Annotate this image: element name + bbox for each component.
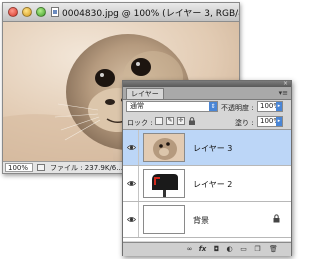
lock-image-icon[interactable]: ✎ xyxy=(166,117,174,125)
lock-position-icon[interactable]: ✛ xyxy=(177,117,185,125)
tab-layers[interactable]: レイヤー xyxy=(126,88,164,99)
layer-name[interactable]: 背景 xyxy=(193,215,209,226)
panel-tab-bar: レイヤー ▾≡ xyxy=(123,87,291,100)
eye-icon[interactable] xyxy=(127,215,136,224)
layer-thumbnail xyxy=(143,205,185,234)
fill-slider-icon[interactable]: ▸ xyxy=(276,117,282,126)
lock-all-icon[interactable] xyxy=(188,117,196,125)
eye-icon[interactable] xyxy=(127,179,136,188)
eye-icon[interactable] xyxy=(127,143,136,152)
status-menu-icon[interactable] xyxy=(37,164,45,171)
lock-label: ロック : xyxy=(127,119,153,127)
layer-name[interactable]: レイヤー 3 xyxy=(193,143,232,154)
blend-mode-select[interactable]: 通常 ⇕ xyxy=(126,101,218,112)
opacity-slider-icon[interactable]: ▸ xyxy=(276,102,282,111)
zoom-field[interactable]: 100% xyxy=(5,163,33,172)
opacity-field[interactable]: 100% ▸ xyxy=(257,101,283,112)
panel-close-icon[interactable]: × xyxy=(283,81,288,87)
new-group-icon[interactable]: ▭ xyxy=(239,245,248,254)
document-title: 0004830.jpg @ 100% (レイヤー 3, RGB/8... xyxy=(62,9,240,19)
lock-transparency-icon[interactable] xyxy=(155,117,163,125)
layer-thumbnail xyxy=(143,133,185,162)
layer-list: レイヤー 3 レイヤー 2 背景 xyxy=(123,130,291,241)
panel-footer: ∞ fx ◘ ◐ ▭ ❐ 🗑 xyxy=(123,242,291,256)
close-button[interactable] xyxy=(8,7,18,17)
layer-row-3[interactable]: レイヤー 3 xyxy=(123,130,291,166)
opacity-label: 不透明度 : xyxy=(221,104,254,112)
add-mask-icon[interactable]: ◘ xyxy=(212,245,221,254)
minimize-button[interactable] xyxy=(22,7,32,17)
blend-mode-value: 通常 xyxy=(130,102,144,110)
link-layers-icon[interactable]: ∞ xyxy=(185,245,194,254)
fx-icon[interactable]: fx xyxy=(198,245,207,254)
lock-row: ロック : ✎ ✛ 塗り : 100% ▸ xyxy=(123,115,291,130)
file-info[interactable]: ファイル : 237.9K/6... xyxy=(50,163,123,173)
chevron-down-icon: ⇕ xyxy=(209,102,217,111)
fill-label: 塗り : xyxy=(235,119,254,127)
trash-icon[interactable]: 🗑 xyxy=(269,245,278,254)
layer-thumbnail xyxy=(143,169,185,198)
panel-menu-icon[interactable]: ▾≡ xyxy=(279,89,288,97)
layer-row-background[interactable]: 背景 xyxy=(123,202,291,238)
layer-name[interactable]: レイヤー 2 xyxy=(193,179,232,190)
adjustment-layer-icon[interactable]: ◐ xyxy=(225,245,234,254)
layers-panel: × レイヤー ▾≡ 通常 ⇕ 不透明度 : 100% ▸ ロック : ✎ ✛ 塗… xyxy=(122,80,292,256)
fill-field[interactable]: 100% ▸ xyxy=(257,116,283,127)
document-icon xyxy=(51,7,59,17)
new-layer-icon[interactable]: ❐ xyxy=(253,245,262,254)
blend-row: 通常 ⇕ 不透明度 : 100% ▸ xyxy=(123,100,291,114)
document-title-bar[interactable]: 0004830.jpg @ 100% (レイヤー 3, RGB/8... xyxy=(3,3,239,22)
layer-row-2[interactable]: レイヤー 2 xyxy=(123,166,291,202)
zoom-button[interactable] xyxy=(36,7,46,17)
lock-icon xyxy=(273,214,280,223)
